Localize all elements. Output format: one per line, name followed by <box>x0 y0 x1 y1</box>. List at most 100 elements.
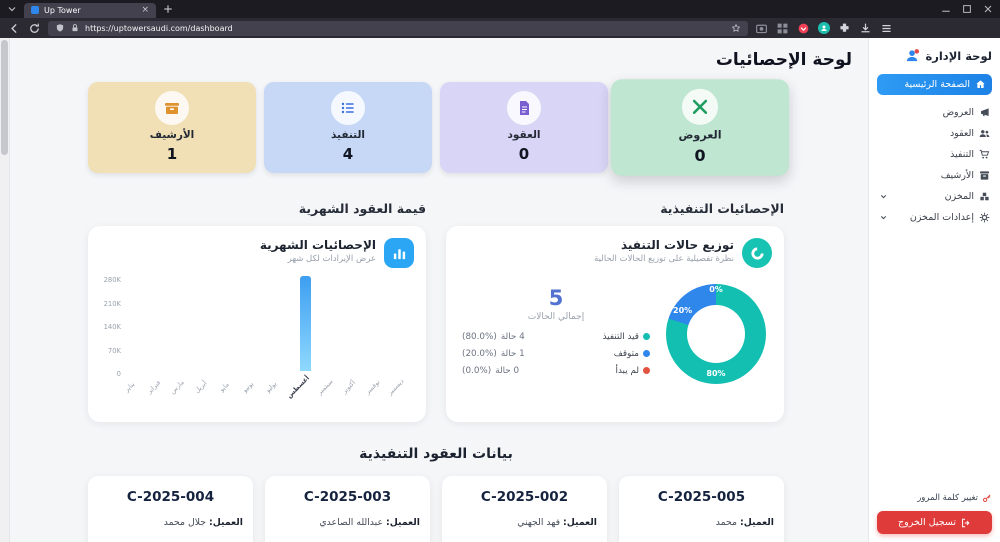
legend-item-stopped[interactable]: متوقف 1 حالة(20.0%) <box>462 349 650 359</box>
new-tab-icon[interactable] <box>162 3 174 15</box>
sidebar: لوحة الإدارة الصفحة الرئيسية العروض العق… <box>868 38 1000 542</box>
archive-stat-icon <box>155 91 189 125</box>
bar-column: أبريل <box>197 276 219 408</box>
legend-count: 0 حالة <box>495 366 519 376</box>
monthly-stats-card: الإحصائيات الشهرية عرض الإيرادات لكل شهر… <box>88 226 426 422</box>
account-avatar-icon[interactable] <box>818 22 830 34</box>
sidebar-item-contracts[interactable]: العقود <box>877 123 992 144</box>
stat-card-contracts[interactable]: العقود 0 <box>440 82 608 173</box>
donut-label-20: 20% <box>673 306 692 315</box>
sidebar-item-home[interactable]: الصفحة الرئيسية <box>877 74 992 95</box>
window-close-icon[interactable] <box>982 3 994 15</box>
screenshot-icon[interactable] <box>755 22 768 35</box>
section-title-monthly-value: قيمة العقود الشهرية <box>88 201 426 216</box>
sidebar-item-warehouse[interactable]: المخزن <box>877 186 992 207</box>
url-text[interactable]: https://uptowersaudi.com/dashboard <box>85 24 726 33</box>
donut-label-80: 80% <box>706 369 725 378</box>
bar-column: فبراير <box>150 276 172 408</box>
chevron-down-icon[interactable] <box>879 213 888 222</box>
legend-item-in-progress[interactable]: قيد التنفيذ 4 حالة(80.0%) <box>462 332 650 342</box>
bar-x-label: مارس <box>168 378 199 409</box>
bar-column: يناير <box>126 276 148 408</box>
contract-card[interactable]: C-2025-002 العميل: فهد الجهني <box>442 476 607 542</box>
contract-card[interactable]: C-2025-005 العميل: محمد <box>619 476 784 542</box>
sidebar-item-offers[interactable]: العروض <box>877 102 992 123</box>
downloads-icon[interactable] <box>859 22 872 35</box>
stat-card-offers[interactable]: العروض 0 <box>611 79 789 175</box>
sidebar-title: لوحة الإدارة <box>925 49 992 63</box>
bar-card-title: الإحصائيات الشهرية <box>260 238 376 252</box>
browser-chrome: Up Tower × <box>0 0 1000 38</box>
change-password-label: تغيير كلمة المرور <box>917 493 978 503</box>
scrollbar-thumb[interactable] <box>1 40 8 155</box>
sidebar-item-execution[interactable]: التنفيذ <box>877 144 992 165</box>
legend-label: متوقف <box>614 349 639 359</box>
donut-chart[interactable]: 80% 20% 0% <box>660 278 772 390</box>
dashboard-page: لوحة الإدارة الصفحة الرئيسية العروض العق… <box>0 38 1000 542</box>
bookmark-star-icon[interactable] <box>731 23 741 33</box>
sidebar-item-label: الأرشيف <box>941 170 974 181</box>
sidebar-item-label: العروض <box>943 107 974 118</box>
sidebar-footer: تغيير كلمة المرور تسجيل الخروج <box>877 493 992 534</box>
sidebar-item-label: التنفيذ <box>950 149 974 160</box>
stat-label: العقود <box>508 129 541 141</box>
client-name: جلال محمد <box>164 517 206 528</box>
sidebar-item-archive[interactable]: الأرشيف <box>877 165 992 186</box>
bar-chart-plot: ينايرفبرايرمارسأبريلمايويونيويوليوأغسطسس… <box>126 276 414 408</box>
bar-x-label: ديسمبر <box>386 377 420 411</box>
stat-card-archive[interactable]: الأرشيف 1 <box>88 82 256 173</box>
contract-card[interactable]: C-2025-004 العميل: جلال محمد <box>88 476 253 542</box>
shield-icon[interactable] <box>55 23 65 33</box>
client-name: محمد <box>716 517 737 528</box>
menu-icon[interactable] <box>880 22 893 35</box>
change-password-link[interactable]: تغيير كلمة المرور <box>877 493 992 503</box>
execution-status-card: توزيع حالات التنفيذ نظرة تفصيلية على توز… <box>446 226 784 422</box>
sidebar-header: لوحة الإدارة <box>877 48 992 63</box>
legend-pct: (0.0%) <box>462 366 491 376</box>
donut-label-0: 0% <box>709 285 723 294</box>
back-icon[interactable] <box>8 22 21 35</box>
legend-count: 4 حالة <box>501 332 525 342</box>
window-maximize-icon[interactable] <box>961 3 973 15</box>
stat-label: الأرشيف <box>150 129 195 141</box>
client-name: فهد الجهني <box>517 517 560 528</box>
client-label: العميل: <box>386 517 420 528</box>
lock-icon[interactable] <box>70 23 80 33</box>
legend-count: 1 حالة <box>501 349 525 359</box>
bar-column: مارس <box>173 276 195 408</box>
contract-number: C-2025-004 <box>98 489 243 505</box>
grid-extension-icon[interactable] <box>776 22 789 35</box>
section-title-exec-stats: الإحصائيات التنفيذية <box>446 201 784 216</box>
legend-dot <box>643 333 650 340</box>
bar-x-label: يناير <box>123 380 151 408</box>
reload-icon[interactable] <box>28 22 41 35</box>
url-bar[interactable]: https://uptowersaudi.com/dashboard <box>48 21 748 36</box>
tab-title: Up Tower <box>44 6 136 15</box>
contract-card[interactable]: C-2025-003 العميل: عبدالله الصاعدي <box>265 476 430 542</box>
client-label: العميل: <box>563 517 597 528</box>
sidebar-item-warehouse-settings[interactable]: إعدادات المخزن <box>877 207 992 228</box>
bar-chart[interactable]: 280K210K140K70K0 ينايرفبرايرمارسأبريلماي… <box>100 276 414 408</box>
bar-column: أكتوبر <box>345 276 367 408</box>
extensions-puzzle-icon[interactable] <box>838 22 851 35</box>
page-scrollbar[interactable] <box>0 38 10 542</box>
stat-card-execution[interactable]: التنفيذ 4 <box>264 82 432 173</box>
stat-value: 1 <box>167 145 177 163</box>
main-content: لوحة الإحصائيات العروض 0 العقود 0 <box>10 38 868 542</box>
tab-close-icon[interactable]: × <box>141 6 149 15</box>
client-label: العميل: <box>209 517 243 528</box>
tab-list-icon[interactable] <box>6 3 18 15</box>
client-label: العميل: <box>740 517 774 528</box>
pocket-icon[interactable] <box>797 22 810 35</box>
browser-tab[interactable]: Up Tower × <box>24 3 156 18</box>
bar-x-label: مايو <box>218 380 245 407</box>
window-minimize-icon[interactable] <box>940 3 952 15</box>
total-cases-value: 5 <box>462 286 650 310</box>
logout-label: تسجيل الخروج <box>898 517 956 528</box>
logout-button[interactable]: تسجيل الخروج <box>877 511 992 534</box>
megaphone-icon <box>979 107 990 118</box>
chevron-down-icon[interactable] <box>879 192 888 201</box>
bar-x-label: سبتمبر <box>316 378 349 411</box>
boxes-icon <box>979 191 990 202</box>
legend-item-not-started[interactable]: لم يبدأ 0 حالة(0.0%) <box>462 366 650 376</box>
